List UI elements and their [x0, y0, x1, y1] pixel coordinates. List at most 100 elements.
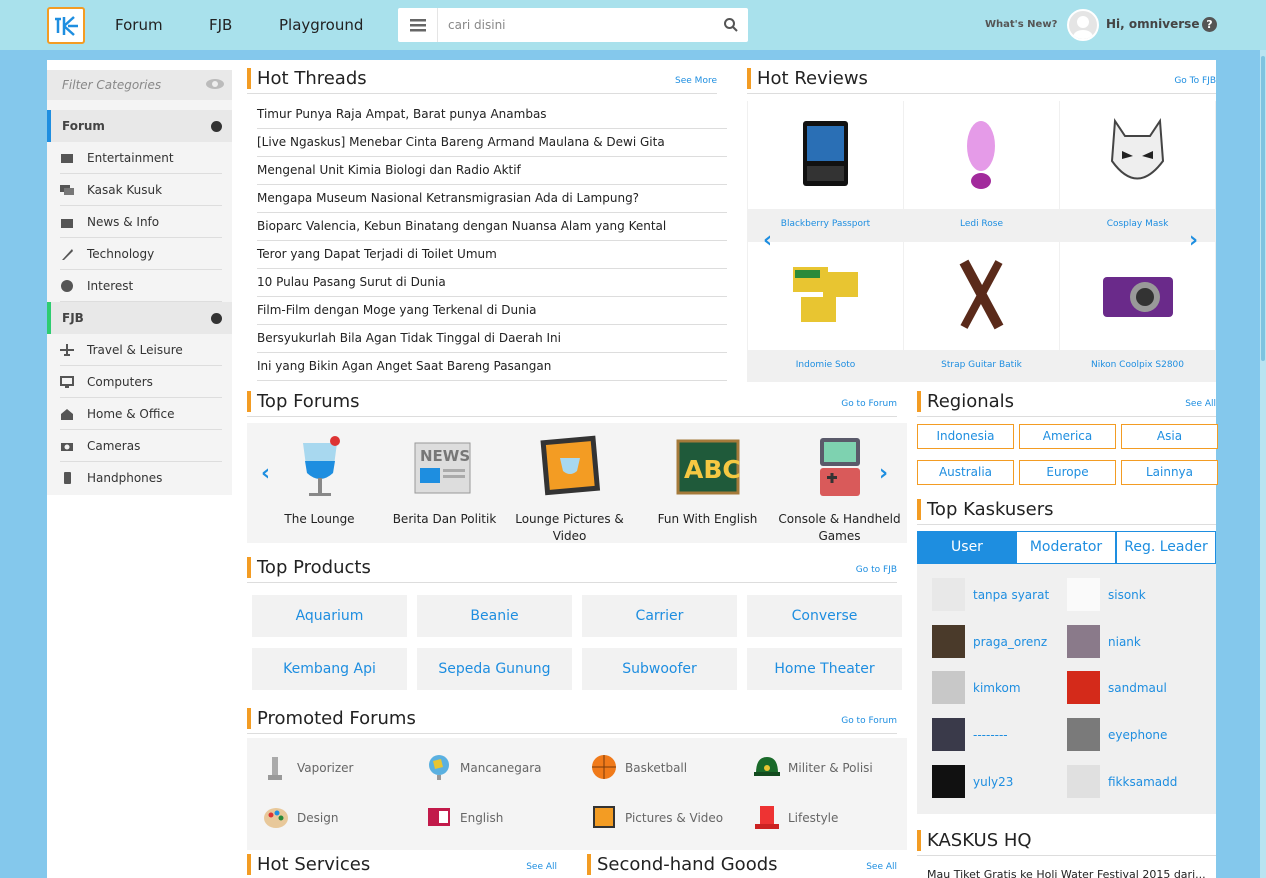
region-chip[interactable]: Lainnya [1121, 460, 1218, 485]
sidebar-item-interest[interactable]: Interest [60, 270, 222, 302]
carousel-next-icon[interactable]: › [1189, 228, 1198, 253]
go-to-fjb-link[interactable]: Go to FJB [856, 565, 897, 575]
review-card[interactable]: Indomie Soto [748, 242, 903, 381]
thread-item[interactable]: Timur Punya Raja Ampat, Barat punya Anam… [257, 101, 727, 129]
search-input[interactable] [448, 15, 698, 35]
see-all-link[interactable]: See All [526, 862, 557, 872]
phone-icon [64, 472, 71, 484]
region-chip[interactable]: Indonesia [917, 424, 1014, 449]
forum-card[interactable]: ABC Fun With English [645, 433, 770, 528]
promoted-forum-label: Lifestyle [788, 811, 839, 825]
go-to-forum-link[interactable]: Go to Forum [841, 399, 897, 409]
username: sisonk [1108, 588, 1146, 602]
forum-card[interactable]: Lounge Pictures & Video [507, 433, 632, 545]
review-card[interactable]: Cosplay Mask [1060, 101, 1215, 240]
product-chip[interactable]: Aquarium [252, 595, 407, 637]
see-more-link[interactable]: See More [675, 76, 717, 86]
scrollbar-thumb[interactable] [1261, 56, 1265, 361]
product-chip[interactable]: Beanie [417, 595, 572, 637]
sidebar-item-label: Computers [87, 375, 153, 389]
see-all-link[interactable]: See All [1185, 399, 1216, 409]
hamburger-menu-icon[interactable] [398, 8, 438, 42]
kaskus-hq-item[interactable]: Mau Tiket Gratis ke Holi Water Festival … [927, 868, 1206, 878]
sidebar-item-label: Kasak Kusuk [87, 183, 163, 197]
indomie-image [793, 267, 858, 322]
review-card[interactable]: Nikon Coolpix S2800 [1060, 242, 1215, 381]
thread-item[interactable]: Mengapa Museum Nasional Ketransmigrasian… [257, 185, 727, 213]
thread-title: Mengapa Museum Nasional Ketransmigrasian… [257, 191, 640, 205]
sidebar-item-computers[interactable]: Computers [60, 366, 222, 398]
search-icon[interactable] [724, 17, 738, 36]
thread-item[interactable]: Mengenal Unit Kimia Biologi dan Radio Ak… [257, 157, 727, 185]
region-chip[interactable]: Europe [1019, 460, 1116, 485]
sidebar-item-label: Handphones [87, 471, 163, 485]
thread-item[interactable]: Bersyukurlah Bila Agan Tidak Tinggal di … [257, 325, 727, 353]
region-chip[interactable]: Asia [1121, 424, 1218, 449]
category-group-forum[interactable]: Forum [47, 110, 232, 142]
username: sandmaul [1108, 681, 1167, 695]
forum-card[interactable]: Console & Handheld Games [777, 433, 902, 545]
sidebar-item-news-info[interactable]: News & Info [60, 206, 222, 238]
thread-item[interactable]: 10 Pulau Pasang Surut di Dunia [257, 269, 727, 297]
nav-forum[interactable]: Forum [115, 16, 163, 34]
review-card[interactable]: Strap Guitar Batik [904, 242, 1059, 381]
forum-card[interactable]: NEWS Berita Dan Politik [382, 433, 507, 528]
thread-item[interactable]: Ini yang Bikin Agan Anget Saat Bareng Pa… [257, 353, 727, 381]
sidebar-item-kasak-kusuk[interactable]: Kasak Kusuk [60, 174, 222, 206]
hot-threads-header: Hot Threads See More [247, 68, 717, 94]
sidebar-item-cameras[interactable]: Cameras [60, 430, 222, 462]
product-chip[interactable]: Carrier [582, 595, 737, 637]
sidebar-item-handphones[interactable]: Handphones [60, 462, 222, 494]
section-title: Second-hand Goods [597, 854, 778, 875]
thread-item[interactable]: [Live Ngaskus] Menebar Cinta Bareng Arma… [257, 129, 727, 157]
sidebar-item-technology[interactable]: Technology [60, 238, 222, 270]
kaskus-logo[interactable] [47, 7, 85, 44]
go-to-forum-link[interactable]: Go to Forum [841, 716, 897, 726]
avatar [1067, 718, 1100, 751]
nav-fjb[interactable]: FJB [209, 16, 232, 34]
forum-card[interactable]: The Lounge [257, 433, 382, 528]
briefcase-icon [61, 219, 73, 228]
review-card[interactable]: Blackberry Passport [748, 101, 903, 240]
user-greeting[interactable]: Hi, omniverse [1106, 17, 1199, 31]
product-chip[interactable]: Converse [747, 595, 902, 637]
see-all-link[interactable]: See All [866, 862, 897, 872]
tab-reg-leader[interactable]: Reg. Leader [1116, 531, 1216, 564]
avatar [932, 671, 965, 704]
forum-label: Console & Handheld Games [778, 512, 901, 543]
review-label: Nikon Coolpix S2800 [1060, 350, 1215, 381]
product-chip[interactable]: Kembang Api [252, 648, 407, 690]
globe-icon [429, 755, 449, 780]
carousel-next-icon[interactable]: › [879, 461, 888, 486]
eye-icon[interactable] [205, 78, 225, 90]
username: niank [1108, 635, 1141, 649]
product-chip[interactable]: Sepeda Gunung [417, 648, 572, 690]
region-chip[interactable]: Australia [917, 460, 1014, 485]
sidebar-item-home-office[interactable]: Home & Office [60, 398, 222, 430]
review-card[interactable]: Ledi Rose [904, 101, 1059, 240]
carousel-prev-icon[interactable]: ‹ [763, 228, 772, 253]
filter-placeholder: Filter Categories [62, 78, 162, 92]
product-chip[interactable]: Home Theater [747, 648, 902, 690]
tab-user[interactable]: User [917, 531, 1017, 564]
sidebar-item-entertainment[interactable]: Entertainment [60, 142, 222, 174]
go-to-fjb-link[interactable]: Go To FJB [1174, 76, 1216, 86]
whats-new-link[interactable]: What's New? [985, 19, 1057, 30]
category-group-fjb[interactable]: FJB [47, 302, 232, 334]
help-icon[interactable]: ? [1202, 17, 1217, 32]
avatar [932, 625, 965, 658]
nav-playground[interactable]: Playground [279, 16, 363, 34]
tab-moderator[interactable]: Moderator [1016, 531, 1116, 564]
product-chip[interactable]: Subwoofer [582, 648, 737, 690]
filter-categories-input[interactable]: Filter Categories [47, 70, 232, 100]
kaskus-hq-header: KASKUS HQ [917, 830, 1216, 856]
username: -------- [973, 728, 1008, 742]
section-accent-bar [917, 499, 921, 520]
avatar[interactable] [1067, 9, 1099, 41]
thread-item[interactable]: Film-Film dengan Moge yang Terkenal di D… [257, 297, 727, 325]
thread-item[interactable]: Bioparc Valencia, Kebun Binatang dengan … [257, 213, 727, 241]
sidebar-item-travel-leisure[interactable]: Travel & Leisure [60, 334, 222, 366]
region-chip[interactable]: America [1019, 424, 1116, 449]
thread-item[interactable]: Teror yang Dapat Terjadi di Toilet Umum [257, 241, 727, 269]
username: eyephone [1108, 728, 1168, 742]
